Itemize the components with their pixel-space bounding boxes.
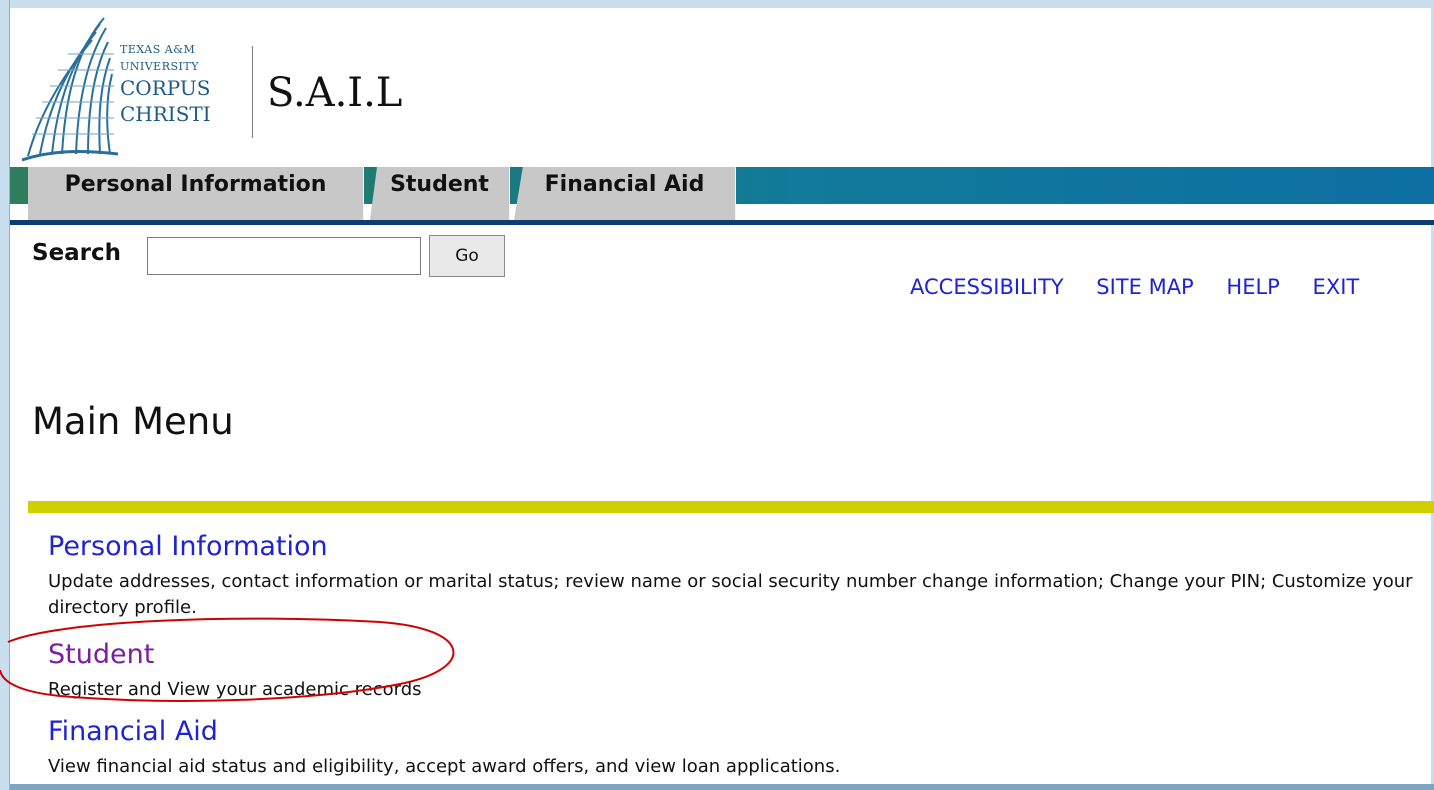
exit-link[interactable]: EXIT <box>1313 275 1360 299</box>
window-frame-left <box>0 0 10 790</box>
tab-bar-underline <box>10 220 1434 225</box>
title-divider <box>28 501 1434 513</box>
search-label: Search <box>32 240 122 266</box>
logo-divider <box>252 46 253 138</box>
utility-links: ACCESSIBILITY SITE MAP HELP EXIT <box>910 275 1359 299</box>
search-input[interactable] <box>147 237 421 275</box>
university-name-line1: TEXAS A&M <box>120 43 196 56</box>
university-name-line4: CHRISTI <box>120 102 211 126</box>
go-button[interactable]: Go <box>429 235 505 277</box>
university-name-line3: CORPUS <box>120 76 211 100</box>
help-link[interactable]: HELP <box>1226 275 1279 299</box>
tab-financial-aid[interactable]: Financial Aid <box>514 167 736 220</box>
accessibility-link[interactable]: ACCESSIBILITY <box>910 275 1064 299</box>
menu-link-student[interactable]: Student <box>48 639 154 670</box>
menu-description-financial-aid: View financial aid status and eligibilit… <box>48 756 841 777</box>
app-name: S.A.I.L <box>267 70 403 116</box>
menu-link-financial-aid[interactable]: Financial Aid <box>48 716 218 747</box>
menu-description-personal-information: Update addresses, contact information or… <box>48 571 1413 618</box>
university-name-line2: UNIVERSITY <box>120 60 199 73</box>
window-frame-top <box>0 0 1434 8</box>
page-title: Main Menu <box>32 400 234 443</box>
tab-personal-information[interactable]: Personal Information <box>28 167 364 220</box>
site-map-link[interactable]: SITE MAP <box>1096 275 1193 299</box>
menu-description-student: Register and View your academic records <box>48 679 422 700</box>
window-frame-bottom <box>10 784 1434 790</box>
menu-link-personal-information[interactable]: Personal Information <box>48 531 328 562</box>
tab-student[interactable]: Student <box>370 167 510 220</box>
university-logo-icon <box>22 17 118 162</box>
